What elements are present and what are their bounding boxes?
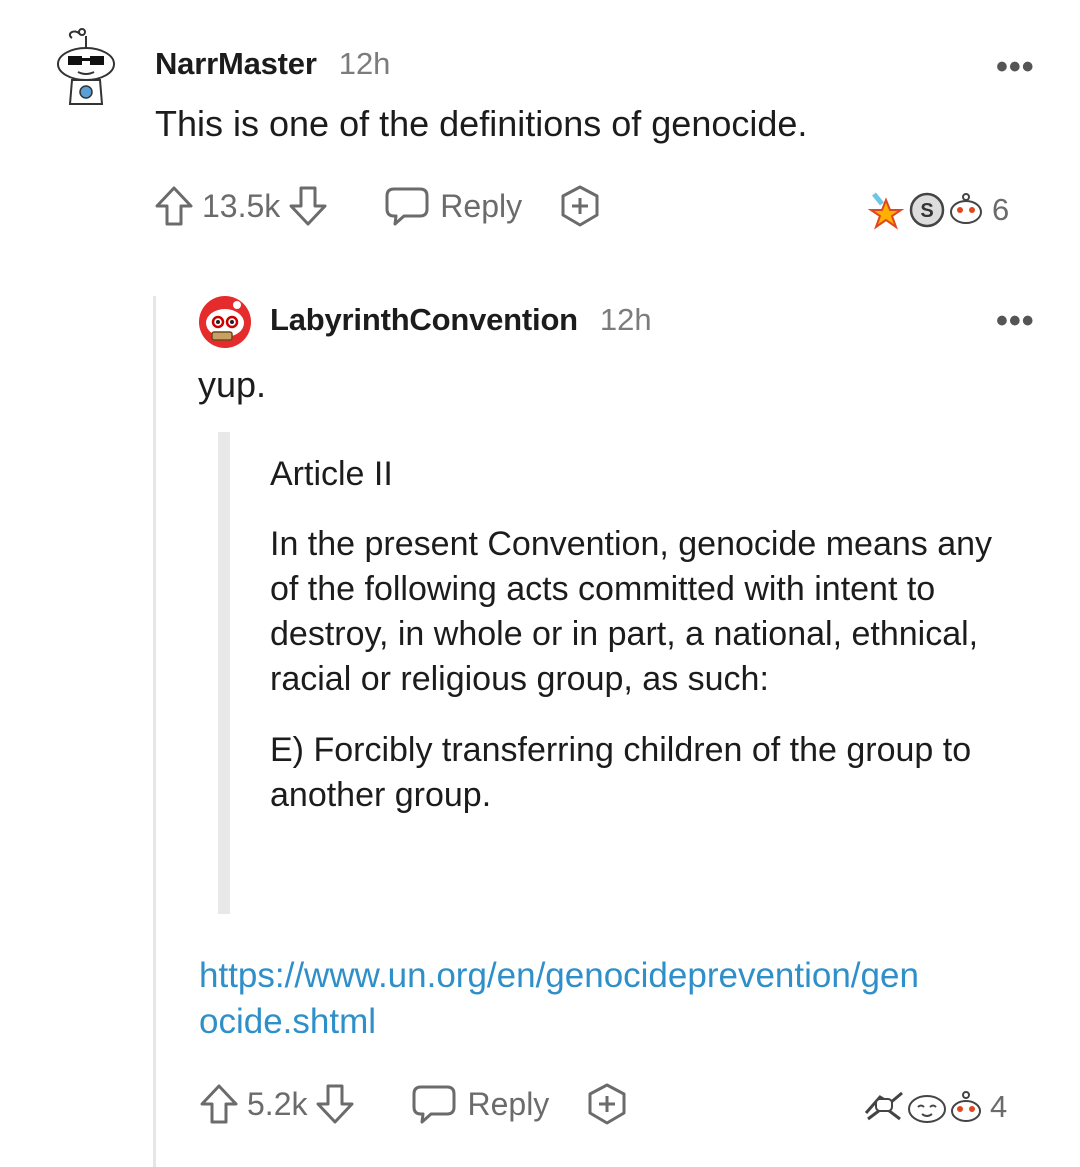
url-link[interactable]: https://www.un.org/en/genocideprevention… (199, 953, 919, 1045)
timestamp: 12h (338, 46, 391, 81)
award-snoo-icon (950, 193, 982, 224)
upvote-icon[interactable] (154, 185, 194, 227)
url-link-line-2[interactable]: ocide.shtml (199, 999, 919, 1045)
vote-count: 5.2k (247, 1085, 308, 1122)
reply-button[interactable]: Reply (384, 185, 522, 227)
comment-body: This is one of the definitions of genoci… (155, 103, 808, 144)
blockquote: Article II In the present Convention, ge… (270, 452, 1010, 818)
reply-button[interactable]: Reply (411, 1083, 549, 1125)
upvote-icon[interactable] (199, 1083, 239, 1125)
comment-actions: 5.2k Reply (199, 1082, 629, 1126)
awards[interactable]: S 6 (864, 190, 1009, 230)
award-star-icon (867, 192, 905, 230)
quote-paragraph: In the present Convention, genocide mean… (270, 525, 993, 698)
vote-count: 13.5k (202, 187, 281, 224)
reply-icon (412, 1085, 456, 1124)
downvote-icon[interactable] (288, 185, 328, 227)
award-snoo-icon (951, 1091, 981, 1122)
comment-header: NarrMaster 12h (155, 46, 390, 82)
avatar[interactable] (198, 295, 252, 349)
svg-text:S: S (920, 200, 933, 222)
comment-body: yup. (198, 364, 267, 405)
thread-line[interactable] (153, 296, 156, 1167)
url-link-line-1[interactable]: https://www.un.org/en/genocideprevention… (199, 953, 919, 999)
awards[interactable]: 4 (862, 1087, 1007, 1127)
quote-item: E) Forcibly transferring children of the… (270, 731, 972, 814)
award-icon (588, 1083, 626, 1125)
reply-icon (385, 187, 429, 226)
reply-label: Reply (440, 187, 523, 224)
reply-label: Reply (467, 1085, 550, 1122)
more-options-icon[interactable]: ••• (996, 304, 1035, 338)
award-count: 6 (992, 192, 1010, 227)
username[interactable]: LabyrinthConvention (270, 302, 578, 338)
award-handshake-icon (864, 1091, 903, 1121)
quote-title: Article II (270, 455, 393, 493)
downvote-icon[interactable] (315, 1083, 355, 1125)
award-face-icon (908, 1095, 946, 1123)
award-button[interactable] (585, 1082, 629, 1126)
avatar[interactable] (52, 28, 122, 110)
timestamp: 12h (599, 302, 652, 337)
blockquote-bar (218, 432, 230, 914)
comment-header: LabyrinthConvention 12h (270, 302, 652, 338)
more-options-icon[interactable]: ••• (996, 50, 1035, 84)
comment-actions: 13.5k Reply (154, 184, 602, 228)
award-count: 4 (990, 1089, 1008, 1124)
username[interactable]: NarrMaster (155, 46, 317, 82)
award-button[interactable] (558, 184, 602, 228)
award-silver-icon: S (909, 192, 945, 228)
award-icon (561, 185, 599, 227)
